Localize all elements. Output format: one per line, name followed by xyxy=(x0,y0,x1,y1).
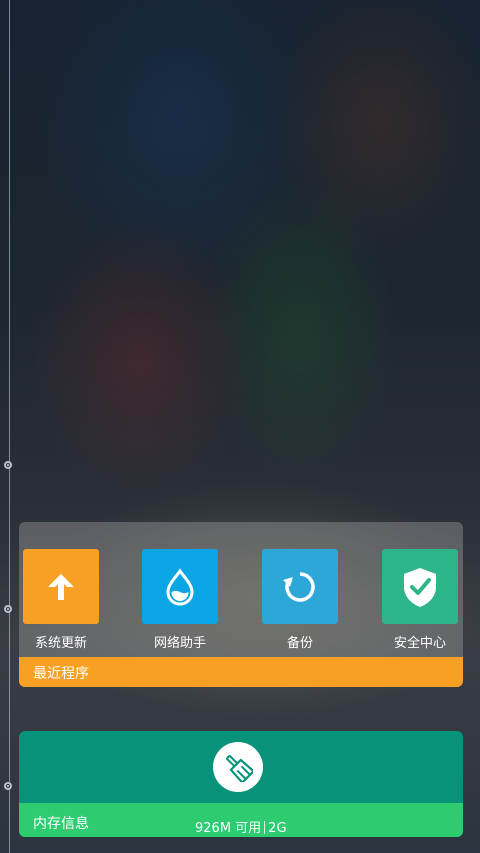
app-security-center[interactable]: 安全中心 xyxy=(382,549,458,651)
recent-apps-card: 系统更新 网络助手 备份 安全中心 最近程序 xyxy=(19,522,463,687)
shield-check-icon xyxy=(404,567,436,607)
app-system-update[interactable]: 系统更新 xyxy=(23,549,99,651)
app-icon-tile[interactable] xyxy=(382,549,458,624)
memory-available: 926M 可用 xyxy=(195,821,262,836)
broom-icon xyxy=(226,755,253,782)
memory-info-footer[interactable]: 内存信息 926M 可用 2G xyxy=(19,803,463,837)
recent-apps-title: 最近程序 xyxy=(33,666,89,682)
refresh-icon xyxy=(283,571,315,602)
app-backup[interactable]: 备份 xyxy=(262,549,338,651)
water-drop-icon xyxy=(166,567,194,606)
timeline-line xyxy=(9,0,10,853)
memory-info-title: 内存信息 xyxy=(33,816,89,832)
divider xyxy=(264,821,266,834)
memory-total: 2G xyxy=(268,821,287,836)
timeline-dot xyxy=(4,461,12,469)
app-network-assistant[interactable]: 网络助手 xyxy=(142,549,218,651)
app-icon-tile[interactable] xyxy=(262,549,338,624)
app-label: 网络助手 xyxy=(153,636,206,651)
app-label: 系统更新 xyxy=(34,636,87,651)
memory-stats: 926M 可用 2G xyxy=(195,817,287,836)
arrow-up-icon xyxy=(48,573,74,600)
memory-info-card: 内存信息 926M 可用 2G xyxy=(19,731,463,837)
timeline-dot xyxy=(4,605,12,613)
app-label: 安全中心 xyxy=(393,636,446,651)
app-label: 备份 xyxy=(286,636,313,651)
app-icon-tile[interactable] xyxy=(142,549,218,624)
clean-memory-button[interactable] xyxy=(213,742,263,792)
app-icon-tile[interactable] xyxy=(23,549,99,624)
timeline-dot xyxy=(4,782,12,790)
recent-apps-footer[interactable]: 最近程序 xyxy=(19,657,463,687)
